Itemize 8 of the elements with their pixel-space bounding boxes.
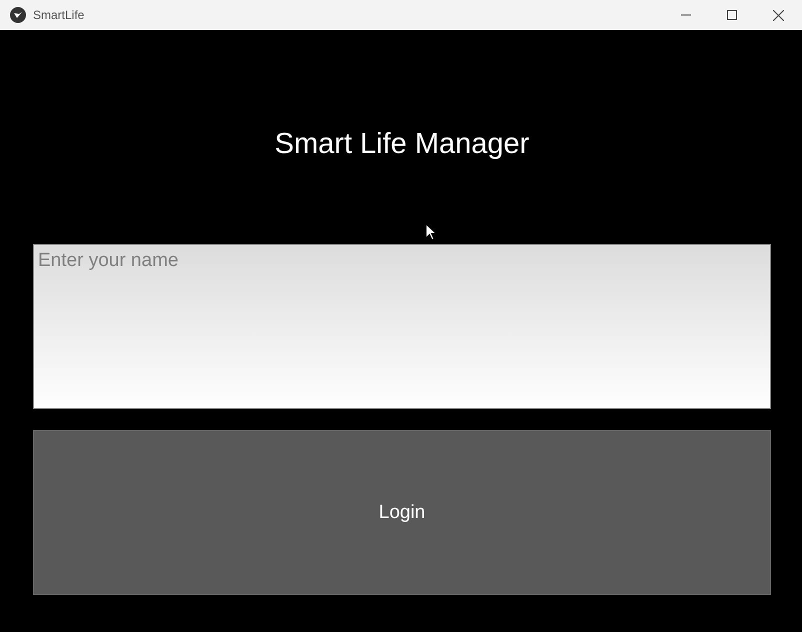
- maximize-icon[interactable]: [727, 10, 737, 20]
- app-heading: Smart Life Manager: [274, 127, 530, 162]
- login-button[interactable]: Login: [33, 430, 771, 595]
- name-field[interactable]: Enter your name: [33, 244, 771, 409]
- mouse-cursor-icon: [425, 223, 437, 241]
- app-logo-icon: [10, 7, 26, 23]
- window-title: SmartLife: [33, 8, 84, 22]
- close-icon[interactable]: [773, 10, 784, 20]
